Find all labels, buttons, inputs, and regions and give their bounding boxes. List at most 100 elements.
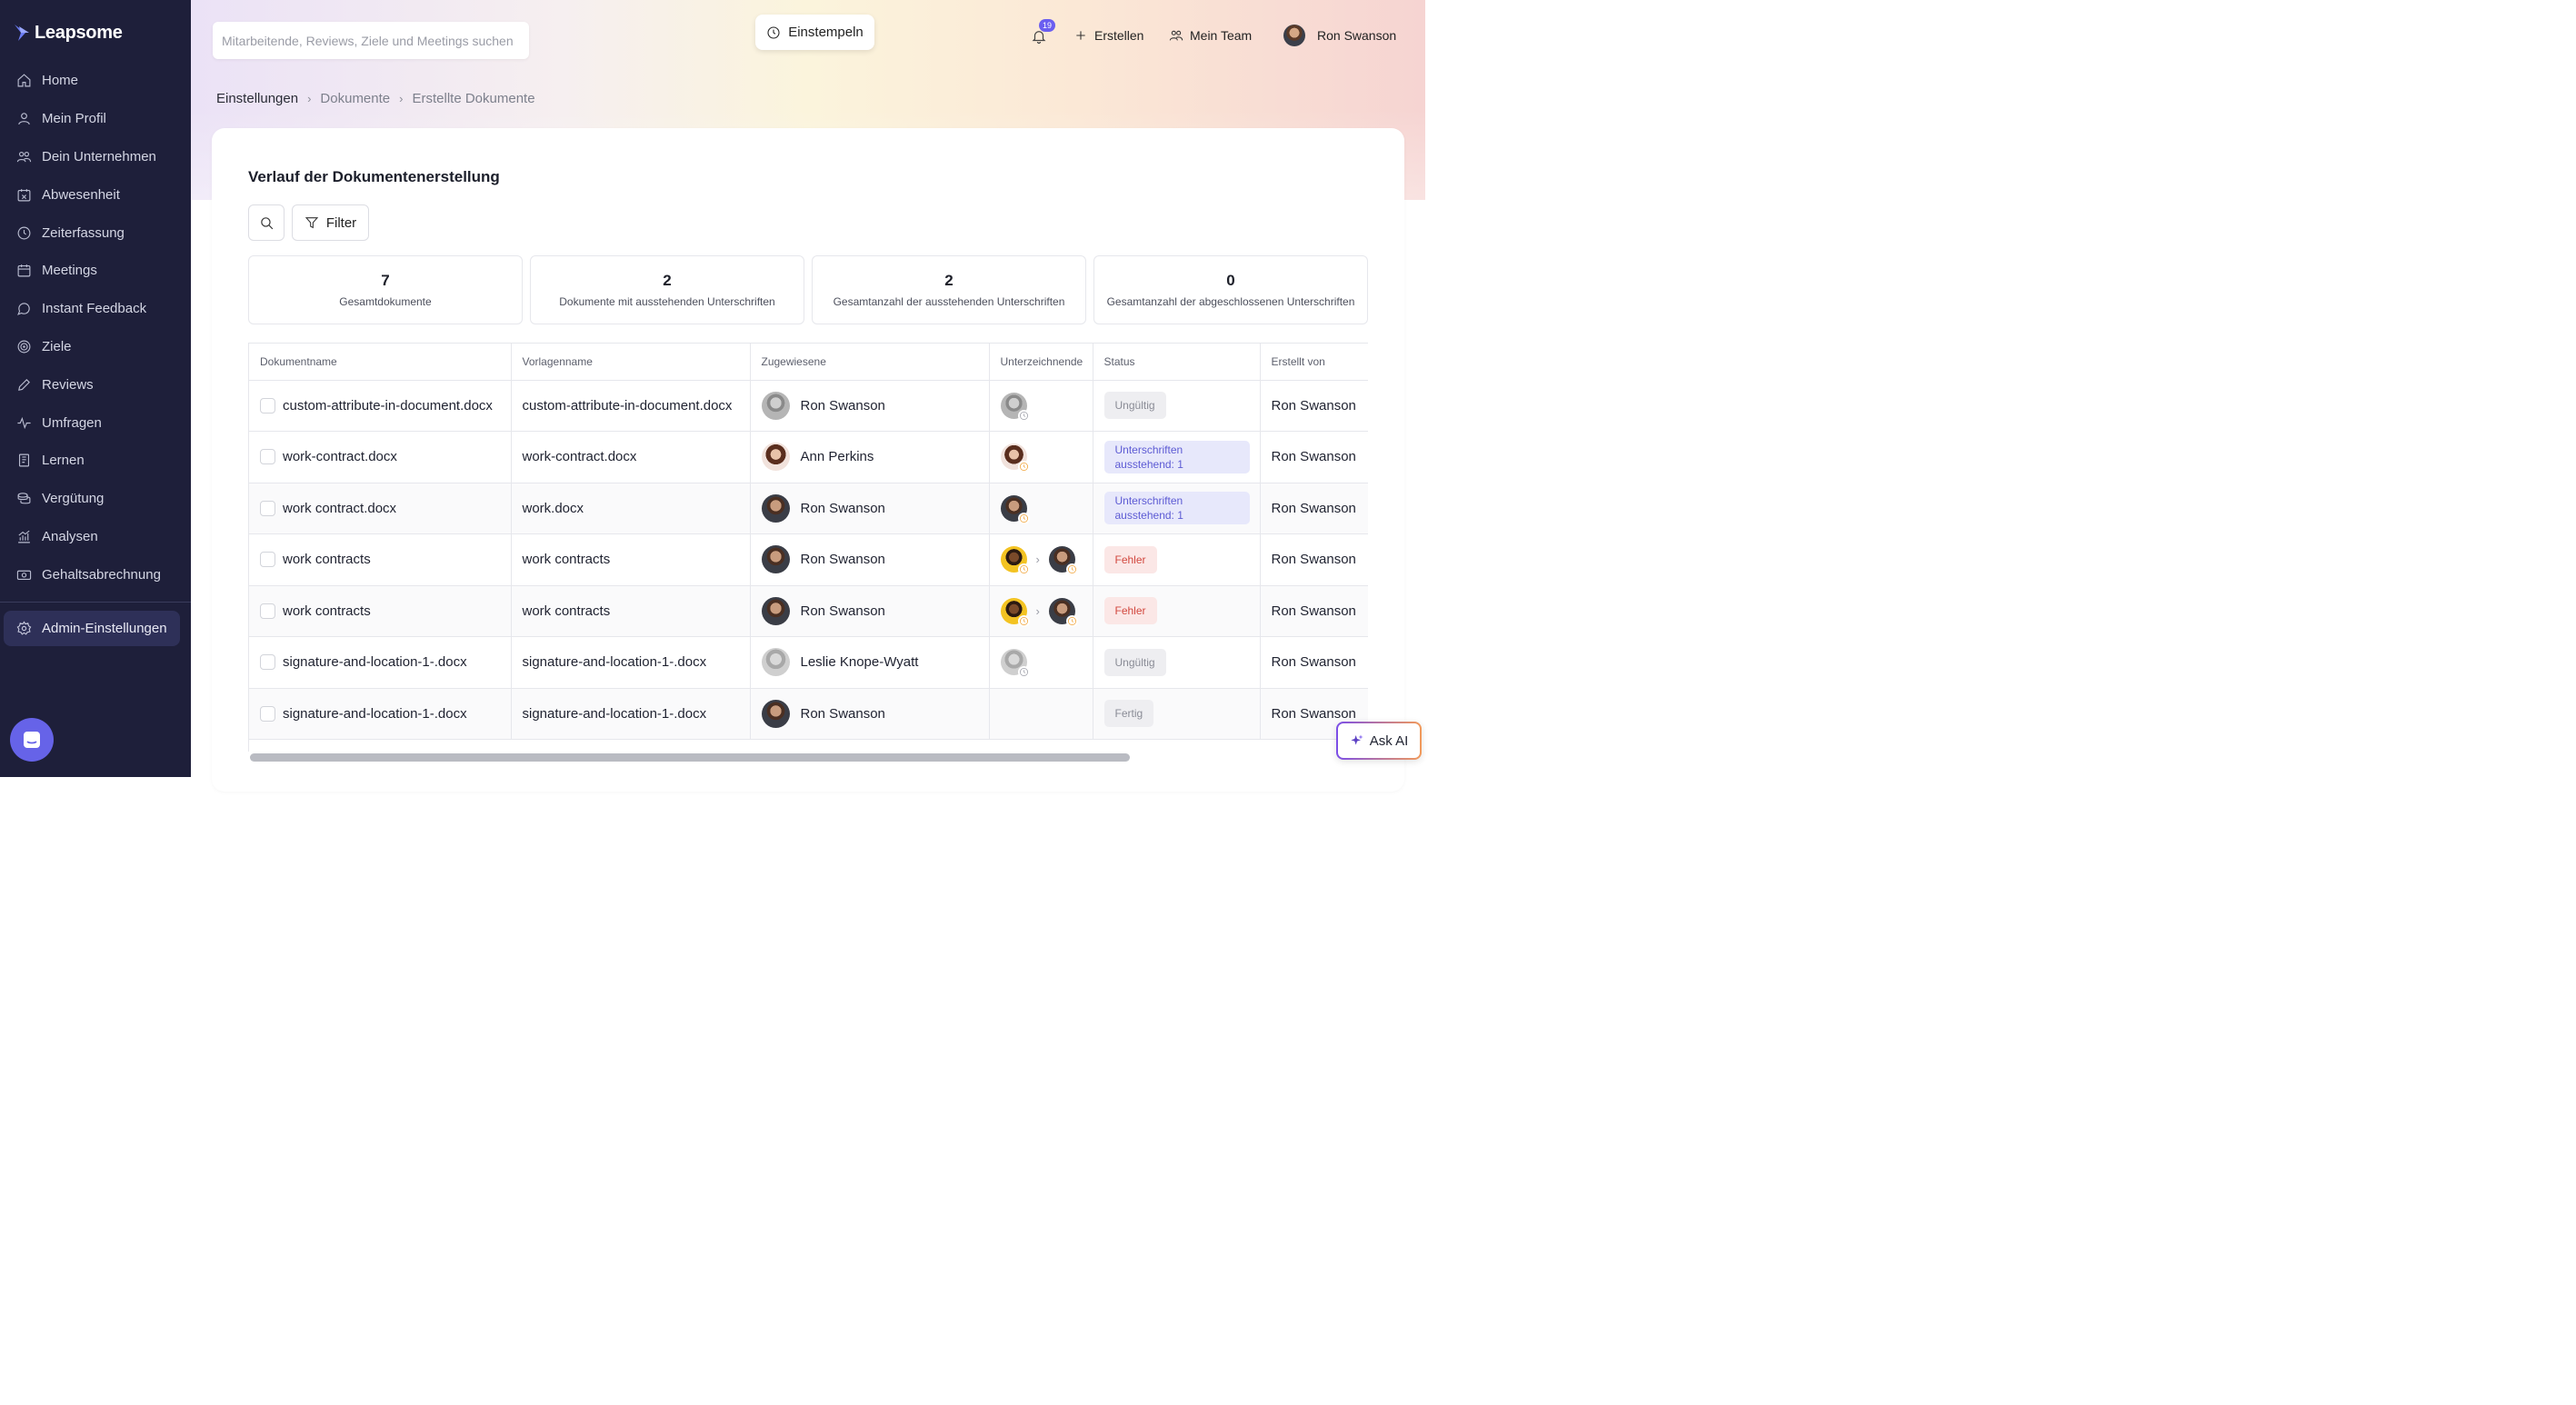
document-history-card: Verlauf der Dokumentenerstellung Filter … (212, 128, 1404, 792)
assignee-name: Ron Swanson (800, 705, 885, 722)
status-badge: Fehler (1103, 597, 1157, 625)
stat-value: 2 (663, 272, 672, 289)
sidebar-item-payroll[interactable]: Gehaltsabrechnung (0, 555, 191, 593)
table-row[interactable]: work contract.docx work.docx Ron Swanson… (249, 483, 1368, 534)
document-name[interactable]: custom-attribute-in-document.docx (283, 397, 493, 414)
sidebar-item-time-tracking[interactable]: Zeiterfassung (0, 214, 191, 252)
sidebar-item-label: Analysen (42, 528, 98, 544)
row-checkbox[interactable] (260, 500, 275, 516)
stat-value: 7 (381, 272, 390, 289)
sidebar-item-admin-settings[interactable]: Admin-Einstellungen (4, 611, 180, 646)
support-chat-button[interactable] (10, 718, 54, 762)
stat-label: Gesamtanzahl der ausstehenden Unterschri… (833, 295, 1065, 308)
sidebar-item-label: Home (42, 73, 79, 89)
status-badge: Fehler (1103, 545, 1157, 573)
row-checkbox[interactable] (260, 654, 275, 671)
sidebar-item-goals[interactable]: Ziele (0, 328, 191, 366)
table-row[interactable]: work-contract.docx work-contract.docx An… (249, 431, 1368, 483)
sidebar-item-label: Ziele (42, 338, 72, 354)
row-checkbox[interactable] (260, 449, 275, 465)
row-checkbox[interactable] (260, 705, 275, 722)
sidebar: Leapsome Home Mein Profil Dein Unternehm… (0, 0, 191, 777)
chat-widget-icon (24, 732, 40, 748)
column-header-template-name[interactable]: Vorlagenname (511, 344, 751, 381)
leapsome-logo[interactable]: Leapsome (13, 22, 123, 44)
row-checkbox[interactable] (260, 603, 275, 619)
stat-total-documents: 7 Gesamtdokumente (248, 255, 523, 324)
document-name[interactable]: signature-and-location-1-.docx (283, 705, 467, 722)
document-name[interactable]: work-contract.docx (283, 448, 397, 465)
sidebar-item-reviews[interactable]: Reviews (0, 365, 191, 404)
assignee-name: Ann Perkins (800, 449, 874, 465)
user-menu[interactable]: Ron Swanson (1283, 25, 1397, 46)
created-by: Ron Swanson (1260, 533, 1368, 586)
table-row[interactable]: work contracts work contracts Ron Swanso… (249, 533, 1368, 586)
sidebar-item-label: Vergütung (42, 491, 105, 507)
leapsome-logo-icon (15, 25, 29, 41)
sidebar-item-meetings[interactable]: Meetings (0, 252, 191, 290)
sidebar-item-analytics[interactable]: Analysen (0, 518, 191, 556)
documents-table: Dokumentname Vorlagenname Zugewiesene Un… (248, 343, 1368, 752)
sidebar-item-profile[interactable]: Mein Profil (0, 100, 191, 138)
chevron-right-icon: › (399, 92, 404, 105)
sidebar-item-surveys[interactable]: Umfragen (0, 404, 191, 442)
sidebar-item-absence[interactable]: Abwesenheit (0, 175, 191, 214)
clock-in-button[interactable]: Einstempeln (755, 15, 874, 50)
table-row[interactable]: signature-and-location-1-.docx signature… (249, 636, 1368, 689)
signer-avatar (1048, 546, 1078, 576)
pending-clock-icon (1019, 513, 1028, 523)
status-badge: Ungültig (1103, 648, 1166, 676)
sidebar-item-company[interactable]: Dein Unternehmen (0, 138, 191, 176)
calendar-icon (17, 264, 31, 277)
ask-ai-button[interactable]: Ask AI (1336, 722, 1422, 760)
column-header-signers[interactable]: Unterzeichnende (989, 344, 1093, 381)
template-name: custom-attribute-in-document.docx (511, 380, 751, 432)
assignee-name: Ron Swanson (800, 552, 885, 568)
clock-in-label: Einstempeln (788, 25, 864, 40)
notifications-button[interactable]: 19 (1031, 19, 1055, 45)
document-name[interactable]: work contracts (283, 603, 371, 620)
document-name[interactable]: signature-and-location-1-.docx (283, 653, 467, 671)
breadcrumb-settings[interactable]: Einstellungen (216, 91, 298, 106)
template-name: signature-and-location-1-.docx (511, 688, 751, 740)
row-checkbox[interactable] (260, 397, 275, 414)
create-button[interactable]: Erstellen (1073, 25, 1143, 45)
search-input[interactable] (222, 33, 529, 48)
global-search[interactable] (213, 22, 529, 59)
document-name[interactable]: work contracts (283, 551, 371, 568)
app-name: Leapsome (35, 22, 123, 43)
created-by: Ron Swanson (1260, 585, 1368, 637)
filter-button[interactable]: Filter (292, 204, 369, 241)
sidebar-item-compensation[interactable]: Vergütung (0, 480, 191, 518)
document-name[interactable]: work contract.docx (283, 500, 396, 517)
created-by: Ron Swanson (1260, 380, 1368, 432)
table-row[interactable]: work contracts work contracts Ron Swanso… (249, 585, 1368, 637)
avatar (761, 443, 790, 472)
column-header-status[interactable]: Status (1093, 344, 1261, 381)
table-row[interactable]: signature-and-location-1-.docx signature… (249, 688, 1368, 740)
my-team-button[interactable]: Mein Team (1169, 25, 1252, 45)
column-header-created-by[interactable]: Erstellt von (1260, 344, 1368, 381)
clock-icon (767, 25, 780, 39)
status-badge: Ungültig (1103, 392, 1166, 420)
search-button[interactable] (248, 204, 285, 241)
signer-avatar (1000, 392, 1030, 422)
column-header-assignees[interactable]: Zugewiesene (750, 344, 990, 381)
calendar-x-icon (17, 188, 31, 202)
row-checkbox[interactable] (260, 552, 275, 568)
sidebar-item-home[interactable]: Home (0, 62, 191, 100)
table-row[interactable]: custom-attribute-in-document.docx custom… (249, 380, 1368, 432)
user-name: Ron Swanson (1317, 28, 1397, 43)
sidebar-item-instant-feedback[interactable]: Instant Feedback (0, 290, 191, 328)
stat-documents-pending: 2 Dokumente mit ausstehenden Unterschrif… (530, 255, 804, 324)
horizontal-scrollbar[interactable] (250, 753, 1130, 762)
sidebar-item-learning[interactable]: Lernen (0, 442, 191, 480)
breadcrumb-documents[interactable]: Dokumente (320, 91, 390, 106)
column-header-document-name[interactable]: Dokumentname (249, 344, 512, 381)
sidebar-item-label: Reviews (42, 376, 94, 393)
user-icon (18, 113, 30, 125)
breadcrumb: Einstellungen › Dokumente › Erstellte Do… (216, 91, 535, 106)
breadcrumb-created-documents: Erstellte Dokumente (412, 91, 535, 106)
template-name: work.docx (511, 483, 751, 534)
stat-value: 2 (944, 272, 954, 289)
